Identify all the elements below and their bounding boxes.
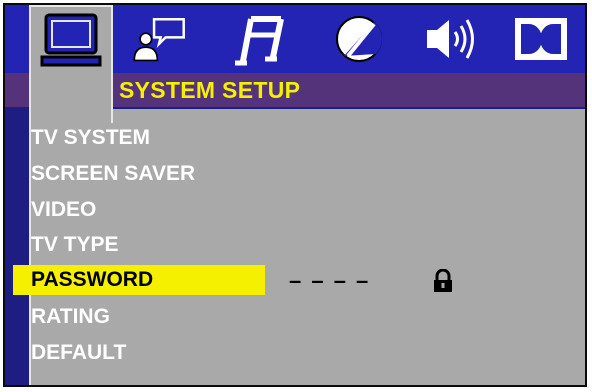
color-disc-icon (336, 16, 382, 62)
lock-icon (433, 268, 453, 298)
menu-item-rating[interactable]: RATING (31, 302, 110, 332)
dolby-icon (515, 18, 567, 60)
tv-monitor-icon (40, 13, 102, 67)
tab-audio[interactable] (233, 11, 289, 67)
menu-title: SYSTEM SETUP (119, 77, 301, 103)
tab-speaker[interactable] (425, 11, 481, 67)
menu-item-password[interactable]: PASSWORD (13, 265, 265, 295)
music-note-icon (235, 16, 284, 66)
tab-system[interactable] (29, 5, 113, 123)
tab-video[interactable] (331, 11, 387, 67)
speech-bubble-person-icon (133, 18, 185, 62)
speaker-icon (427, 19, 474, 59)
menu-item-default[interactable]: DEFAULT (31, 338, 126, 368)
menu-item-tv-type[interactable]: TV TYPE (31, 230, 119, 260)
menu-item-tv-system[interactable]: TV SYSTEM (31, 123, 150, 153)
tab-dolby[interactable] (513, 11, 569, 67)
menu-item-video[interactable]: VIDEO (31, 195, 96, 225)
setup-screen: SYSTEM SETUP TV SYSTEM SCREEN SAVER VIDE… (3, 3, 587, 387)
menu-item-screen-saver[interactable]: SCREEN SAVER (31, 159, 195, 189)
tab-language[interactable] (131, 11, 187, 67)
password-value: – – – – (289, 268, 371, 293)
